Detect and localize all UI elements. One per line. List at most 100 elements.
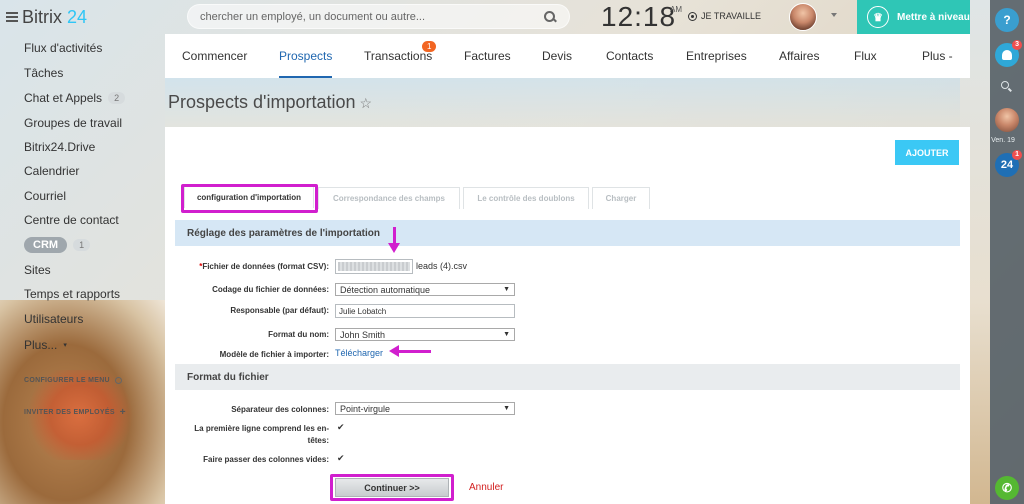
- help-button[interactable]: ?: [995, 8, 1019, 32]
- tab-business[interactable]: Affaires: [779, 34, 819, 78]
- sidebar-item-workgroups[interactable]: Groupes de travail: [24, 116, 122, 130]
- configure-menu-link[interactable]: CONFIGURER LE MENU: [24, 377, 122, 384]
- page-title: Prospects d'importation ☆: [168, 92, 372, 113]
- tab-quotes[interactable]: Devis: [542, 34, 572, 78]
- work-status[interactable]: JE TRAVAILLE: [688, 11, 761, 21]
- tab-start[interactable]: Commencer: [182, 34, 247, 78]
- step-tab-upload[interactable]: Charger: [592, 187, 650, 209]
- header-row-label-cont: têtes:: [307, 436, 329, 445]
- header-row-label: La première ligne comprend les en-: [194, 424, 329, 433]
- sidebar-item-activity-stream[interactable]: Flux d'activités: [24, 41, 102, 55]
- user-avatar[interactable]: [789, 3, 817, 31]
- dropdown-arrow-icon: ▼: [503, 331, 510, 338]
- section-header-import-settings: Réglage des paramètres de l'importation: [175, 220, 960, 246]
- tab-label: Factures: [464, 49, 511, 63]
- counter-badge: 1: [73, 239, 91, 251]
- encoding-select[interactable]: Détection automatique ▼: [335, 283, 515, 296]
- sidebar-item-label: Groupes de travail: [24, 116, 123, 130]
- top-bar: Bitrix 24 12:18 AM JE TRAVAILLE ♛ Mettre…: [0, 0, 990, 34]
- sidebar-item-label: Centre de contact: [24, 213, 119, 227]
- encoding-select-value: Détection automatique: [340, 284, 431, 295]
- sidebar-item-contact-center[interactable]: Centre de contact: [24, 213, 119, 227]
- sidebar-item-label: Sites: [24, 263, 51, 277]
- contact-avatar[interactable]: [995, 108, 1019, 132]
- skip-empty-label: Faire passer des colonnes vides:: [203, 455, 329, 464]
- sidebar-item-label: Tâches: [24, 66, 64, 80]
- sidebar-item-label: Courriel: [24, 189, 67, 203]
- sidebar-item-tasks[interactable]: Tâches: [24, 66, 63, 80]
- page-title-text: Prospects d'importation: [168, 92, 356, 112]
- tab-label: Contacts: [606, 49, 654, 63]
- step-tab-field-mapping[interactable]: Correspondance des champs: [318, 187, 460, 209]
- logo[interactable]: Bitrix 24: [6, 6, 87, 28]
- invite-users-link[interactable]: INVITER DES EMPLOYÉS +: [24, 407, 126, 418]
- crown-icon: ♛: [867, 6, 889, 28]
- sidebar-item-label: CRM: [24, 237, 68, 253]
- download-template-link[interactable]: Télécharger: [335, 348, 383, 358]
- tab-invoices[interactable]: Factures: [464, 34, 511, 78]
- sidebar-item-sites[interactable]: Sites: [24, 263, 51, 277]
- sidebar-item-label: Temps et rapports: [24, 287, 121, 301]
- sidebar-item-calendar[interactable]: Calendrier: [24, 164, 79, 178]
- menu-icon[interactable]: [6, 12, 18, 22]
- file-field-label-text: Fichier de données (format CSV):: [202, 262, 329, 271]
- tab-deals[interactable]: Transactions 1: [364, 34, 437, 78]
- header-row-checkbox[interactable]: ✔: [337, 423, 346, 432]
- sidebar-item-users[interactable]: Utilisateurs: [24, 312, 83, 326]
- separator-select[interactable]: Point-virgule ▼: [335, 402, 515, 415]
- work-status-icon: [688, 11, 697, 21]
- sidebar-item-label: Bitrix24.Drive: [24, 140, 96, 154]
- tab-label: Plus -: [922, 49, 953, 63]
- skip-empty-checkbox[interactable]: ✔: [337, 454, 346, 463]
- search-icon[interactable]: [543, 10, 557, 24]
- file-input[interactable]: [335, 259, 413, 274]
- annotation-arrow-down: [388, 227, 400, 253]
- tab-label: Affaires: [779, 49, 820, 63]
- chevron-down-icon[interactable]: [831, 13, 837, 17]
- sidebar-item-time-reports[interactable]: Temps et rapports: [24, 287, 120, 301]
- sidebar-item-label: Calendrier: [24, 164, 80, 178]
- sidebar-item-chat[interactable]: Chat et Appels 2: [24, 91, 126, 105]
- name-format-select[interactable]: John Smith ▼: [335, 328, 515, 341]
- tab-label: Commencer: [182, 49, 248, 63]
- upgrade-label: Mettre à niveau: [897, 11, 970, 23]
- phone-button[interactable]: ✆: [995, 476, 1019, 500]
- tab-leads[interactable]: Prospects: [279, 34, 333, 78]
- b24-network-button[interactable]: 24 1: [995, 150, 1022, 177]
- tab-contacts[interactable]: Contacts: [606, 34, 653, 78]
- tab-companies[interactable]: Entreprises: [686, 34, 747, 78]
- section-header-file-format: Format du fichier: [175, 364, 960, 390]
- star-icon[interactable]: ☆: [360, 95, 373, 111]
- bell-icon: [1002, 50, 1012, 60]
- sidebar-item-drive[interactable]: Bitrix24.Drive: [24, 140, 95, 154]
- cancel-link[interactable]: Annuler: [469, 482, 503, 493]
- notifications-button[interactable]: 3: [995, 40, 1022, 67]
- add-button[interactable]: AJOUTER: [895, 140, 959, 165]
- highlight-continue-button: [330, 474, 454, 501]
- step-tab-duplicate-control[interactable]: Le contrôle des doublons: [463, 187, 589, 209]
- work-status-label: JE TRAVAILLE: [701, 11, 762, 21]
- clock-period: AM: [670, 5, 682, 14]
- highlight-step-tab: [181, 184, 318, 213]
- tab-label: Entreprises: [686, 49, 747, 63]
- tab-feed[interactable]: Flux: [854, 34, 877, 78]
- tab-more[interactable]: Plus -: [922, 34, 953, 78]
- tab-label: Devis: [542, 49, 573, 63]
- upgrade-button[interactable]: ♛ Mettre à niveau: [857, 0, 970, 34]
- responsible-input[interactable]: [335, 304, 515, 318]
- sidebar-item-label: Flux d'activités: [24, 41, 103, 55]
- sidebar-item-more[interactable]: Plus... ▾: [24, 338, 67, 352]
- rail-date: Ven. 19: [991, 137, 1015, 144]
- sidebar: Flux d'activités Tâches Chat et Appels 2…: [0, 34, 165, 504]
- search-bar[interactable]: [187, 4, 570, 29]
- configure-menu-label: CONFIGURER LE MENU: [24, 377, 110, 384]
- search-input[interactable]: [200, 10, 543, 23]
- sidebar-item-crm[interactable]: CRM 1: [24, 237, 91, 253]
- sidebar-item-mail[interactable]: Courriel: [24, 189, 66, 203]
- counter-badge: 2: [108, 92, 126, 104]
- responsible-label: Responsable (par défaut):: [230, 306, 329, 315]
- name-format-select-value: John Smith: [340, 329, 386, 340]
- rail-search-icon[interactable]: [1000, 80, 1014, 94]
- clock: 12:18: [601, 1, 677, 32]
- chevron-down-icon: ▾: [63, 342, 67, 349]
